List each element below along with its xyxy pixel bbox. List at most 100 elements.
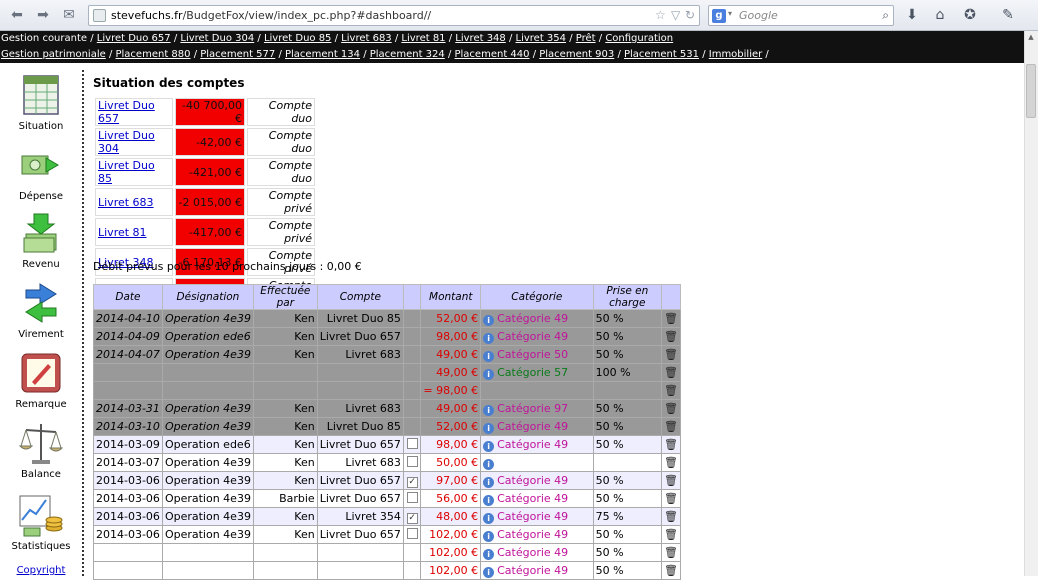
info-icon[interactable]: i (483, 368, 495, 380)
nav1-link[interactable]: Livret Duo 657 (97, 33, 171, 44)
category-label: Catégorie 57 (497, 365, 569, 379)
home-icon[interactable]: ⌂ (930, 6, 950, 24)
info-icon[interactable]: i (483, 476, 495, 488)
info-icon[interactable]: i (483, 548, 495, 560)
nav2-link[interactable]: Placement 134 (285, 49, 360, 60)
nav2-link[interactable]: Gestion patrimoniale (1, 49, 106, 60)
copyright-link[interactable]: Copyright (0, 565, 82, 576)
sidebar-item-depense[interactable]: Dépense (0, 142, 82, 202)
sidebar-item-balance[interactable]: Balance (0, 420, 82, 480)
nav1-link[interactable]: Prêt (576, 33, 596, 44)
delete-icon[interactable]: 🗑 (661, 417, 681, 436)
validate-checkbox[interactable] (406, 491, 418, 503)
sidebar-item-remarque[interactable]: Remarque (0, 350, 82, 410)
scale-icon (18, 424, 64, 464)
info-icon[interactable]: i (483, 458, 495, 470)
nav1-link[interactable]: Livret 354 (516, 33, 567, 44)
forward-icon[interactable]: ➡ (34, 6, 52, 24)
delete-icon[interactable]: 🗑 (661, 507, 681, 526)
sidebar-item-situation[interactable]: Situation (0, 72, 82, 132)
account-link[interactable]: Livret 81 (98, 226, 147, 239)
info-icon[interactable]: i (483, 404, 495, 416)
info-icon[interactable]: i (483, 512, 495, 524)
nav1-link[interactable]: Livret Duo 304 (180, 33, 254, 44)
op-account: Livret 683 (316, 399, 404, 418)
nav2-link[interactable]: Immobilier (709, 49, 763, 60)
nav2-link[interactable]: Placement 324 (370, 49, 445, 60)
account-row: Livret 81 -417,00 € Compte privé (95, 218, 315, 246)
sidebar-divider (82, 70, 84, 576)
delete-icon[interactable]: 🗑 (661, 489, 681, 508)
chevron-down-icon[interactable]: ▾ (728, 9, 732, 18)
delete-icon[interactable]: 🗑 (661, 399, 681, 418)
info-icon[interactable]: i (483, 494, 495, 506)
info-icon[interactable]: i (483, 332, 495, 344)
op-designation: Operation ede6 (161, 327, 254, 346)
bookmarks-icon[interactable]: ✪ (960, 6, 980, 24)
download-icon[interactable]: ⬇ (902, 6, 922, 24)
account-name-cell: Livret Duo 304 (95, 128, 173, 156)
op-account: Livret 683 (316, 453, 404, 472)
validate-checkbox[interactable] (406, 437, 418, 449)
sidebar-item-statistiques[interactable]: Statistiques (0, 492, 82, 552)
search-icon[interactable]: ⌕ (882, 8, 889, 23)
search-bar[interactable]: g ▾ Google ⌕ (708, 5, 894, 26)
op-category: i Catégorie 49 (480, 543, 594, 562)
nav2-link[interactable]: Placement 880 (116, 49, 191, 60)
identity-icon[interactable]: ✉ (60, 6, 78, 24)
tools-icon[interactable]: ✎ (998, 6, 1018, 24)
delete-icon[interactable]: 🗑 (661, 453, 681, 472)
nav1-link[interactable]: Livret Duo 85 (264, 33, 331, 44)
op-check-cell (402, 327, 422, 346)
sidebar-item-virement[interactable]: Virement (0, 280, 82, 340)
delete-icon[interactable]: 🗑 (661, 435, 681, 454)
account-link[interactable]: Livret Duo 657 (98, 99, 155, 125)
delete-icon[interactable]: 🗑 (661, 363, 681, 382)
validate-checkbox[interactable]: ✓ (406, 512, 418, 524)
reload-icon[interactable]: ↻ (685, 8, 695, 22)
info-icon[interactable]: i (483, 530, 495, 542)
info-icon[interactable]: i (483, 422, 495, 434)
account-link[interactable]: Livret Duo 85 (98, 159, 155, 185)
scroll-up-icon[interactable]: ▲ (1024, 33, 1038, 41)
google-icon[interactable]: g (712, 9, 726, 23)
delete-icon[interactable]: 🗑 (661, 561, 681, 580)
validate-checkbox[interactable] (406, 455, 418, 467)
info-icon[interactable]: i (483, 440, 495, 452)
bookmark-star-icon[interactable]: ☆ (655, 8, 666, 22)
delete-icon[interactable]: 🗑 (661, 345, 681, 364)
nav1-link[interactable]: Livret 81 (401, 33, 445, 44)
delete-icon[interactable]: 🗑 (661, 525, 681, 544)
operation-row: 2014-04-07 Operation 4e39 Ken Livret 683 49,… (93, 345, 681, 364)
delete-icon[interactable]: 🗑 (661, 471, 681, 490)
delete-icon[interactable]: 🗑 (661, 309, 681, 328)
delete-icon[interactable]: 🗑 (661, 381, 681, 400)
op-account: Livret Duo 657 (316, 525, 404, 544)
validate-checkbox[interactable] (406, 527, 418, 539)
back-icon[interactable]: ⬅ (8, 6, 26, 24)
op-category: i (480, 453, 594, 472)
nav2-link[interactable]: Placement 531 (624, 49, 699, 60)
account-link[interactable]: Livret Duo 304 (98, 129, 155, 155)
nav2-link[interactable]: Placement 577 (200, 49, 275, 60)
nav1-link[interactable]: Livret 683 (341, 33, 392, 44)
delete-icon[interactable]: 🗑 (661, 543, 681, 562)
scrollbar-thumb[interactable] (1026, 64, 1036, 118)
op-account: Livret Duo 85 (316, 309, 404, 328)
url-bar[interactable]: stevefuchs.fr/BudgetFox/view/index_pc.ph… (88, 5, 700, 26)
info-icon[interactable]: i (483, 314, 495, 326)
validate-checkbox[interactable]: ✓ (406, 476, 418, 488)
nav1-link[interactable]: Livret 348 (455, 33, 506, 44)
account-link[interactable]: Livret 683 (98, 196, 154, 209)
op-share: 50 % (592, 561, 663, 580)
op-date (93, 561, 163, 580)
dropdown-icon[interactable]: ▽ (671, 8, 680, 22)
sidebar-item-revenu[interactable]: Revenu (0, 210, 82, 270)
delete-icon[interactable]: 🗑 (661, 327, 681, 346)
info-icon[interactable]: i (483, 350, 495, 362)
nav2-link[interactable]: Placement 440 (455, 49, 530, 60)
op-amount: 50,00 € (420, 453, 482, 472)
nav1-link[interactable]: Configuration (605, 33, 673, 44)
nav2-link[interactable]: Placement 903 (539, 49, 614, 60)
op-user: Ken (252, 327, 318, 346)
